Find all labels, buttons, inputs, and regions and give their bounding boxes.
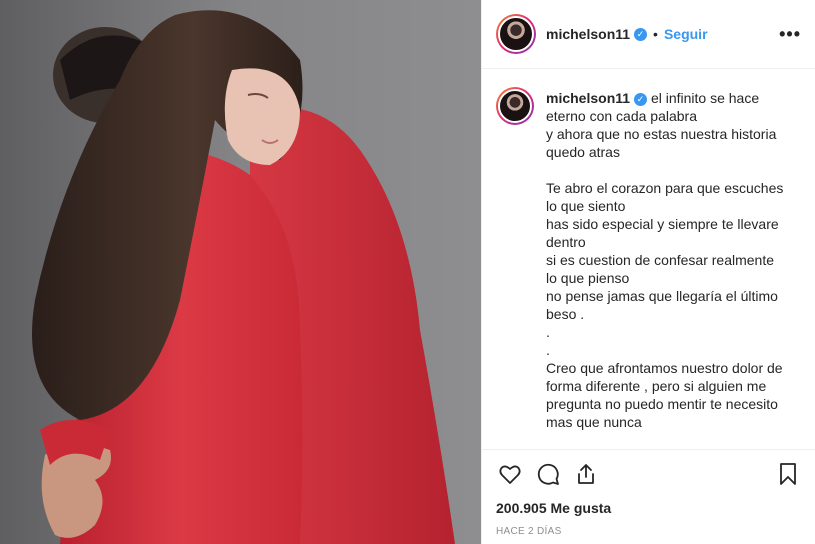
comment-icon[interactable] (534, 460, 562, 488)
caption-section: michelson11 ✓ el infinito se hace eterno … (482, 69, 815, 449)
follow-button[interactable]: Seguir (664, 26, 708, 42)
caption-avatar[interactable] (496, 87, 534, 125)
post-side-panel: michelson11 ✓ • Seguir ••• michelson11 ✓ … (481, 0, 815, 544)
avatar[interactable] (496, 14, 536, 54)
bookmark-icon[interactable] (774, 460, 802, 488)
username-link[interactable]: michelson11 (546, 26, 630, 42)
couple-embracing-image (0, 0, 481, 544)
action-icons-row (496, 460, 802, 488)
caption-body: el infinito se hace eterno con cada pala… (546, 90, 784, 430)
likes-count[interactable]: 200.905 Me gusta (496, 500, 802, 516)
post-timestamp[interactable]: HACE 2 DÍAS (496, 526, 802, 537)
verified-badge-icon: ✓ (634, 92, 648, 106)
avatar-image (498, 16, 534, 52)
actions-section: 200.905 Me gusta HACE 2 DÍAS (482, 449, 815, 537)
post-header: michelson11 ✓ • Seguir ••• (482, 0, 815, 69)
verified-badge-icon: ✓ (634, 27, 648, 41)
separator-dot: • (653, 26, 658, 42)
share-icon[interactable] (572, 460, 600, 488)
caption: michelson11 ✓ el infinito se hace eterno … (546, 89, 788, 449)
caption-username-link[interactable]: michelson11 (546, 90, 630, 106)
more-options-icon[interactable]: ••• (779, 24, 801, 45)
post-photo[interactable] (0, 0, 481, 544)
avatar-image (498, 89, 532, 123)
heart-icon[interactable] (496, 460, 524, 488)
